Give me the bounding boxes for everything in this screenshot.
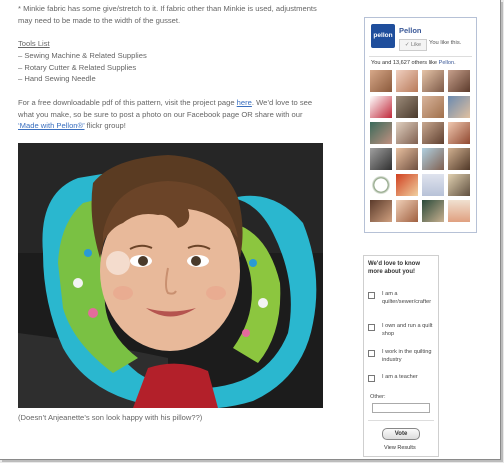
fan-avatar[interactable] <box>396 174 418 196</box>
view-results-link[interactable]: View Results <box>384 445 416 451</box>
fan-avatar[interactable] <box>396 122 418 144</box>
fan-avatar[interactable] <box>370 96 392 118</box>
pellon-logo[interactable]: pellon <box>371 24 395 48</box>
tools-list-item: – Rotary Cutter & Related Supplies <box>18 62 137 72</box>
boy-with-pillow-photo <box>18 143 323 408</box>
fan-avatar[interactable] <box>422 96 444 118</box>
fan-avatar[interactable] <box>448 174 470 196</box>
fan-avatar[interactable] <box>422 200 444 222</box>
likes-count-text: You and 13,627 others like Pellon. <box>371 60 456 66</box>
project-page-link[interactable]: here <box>237 98 252 107</box>
facebook-like-button[interactable]: ✓ Like <box>399 39 427 51</box>
divider <box>368 420 434 421</box>
intro-paragraph: * Minkie fabric has some give/stretch to… <box>18 4 317 25</box>
tools-list: – Sewing Machine & Related Supplies – Ro… <box>18 50 147 85</box>
fan-avatar[interactable] <box>448 96 470 118</box>
fan-avatar[interactable] <box>370 122 392 144</box>
poll-option-label: I am a quilter/sewer/crafter <box>382 291 432 305</box>
fan-avatar[interactable] <box>370 174 392 196</box>
page-frame: * Minkie fabric has some give/stretch to… <box>0 0 501 460</box>
likes-count-suffix: . <box>454 60 456 66</box>
fan-avatar[interactable] <box>422 70 444 92</box>
survey-poll-box: We'd love to know more about you! I am a… <box>363 255 439 457</box>
divider <box>369 56 472 57</box>
you-like-this-text: You like this. <box>429 40 462 46</box>
poll-checkbox[interactable] <box>368 375 375 382</box>
poll-other-label: Other: <box>370 394 386 400</box>
fan-avatar[interactable] <box>396 70 418 92</box>
poll-option-label: I own and run a quilt shop <box>382 323 433 337</box>
pdf-text-3: flickr group! <box>84 121 126 131</box>
fan-avatar-grid <box>370 70 475 222</box>
poll-checkbox[interactable] <box>368 350 375 357</box>
poll-option-label: I work in the quilting industry <box>382 349 432 363</box>
fan-avatar[interactable] <box>448 200 470 222</box>
facebook-page-name-link[interactable]: Pellon <box>399 26 422 35</box>
fan-avatar[interactable] <box>370 70 392 92</box>
poll-question: We'd love to know more about you! <box>368 261 420 275</box>
made-with-pellon-link[interactable]: ‘Made with Pellon®’ <box>18 121 85 130</box>
fan-avatar[interactable] <box>448 70 470 92</box>
facebook-like-box: pellon Pellon ✓ Like You like this. You … <box>364 17 477 233</box>
fan-avatar[interactable] <box>422 148 444 170</box>
fan-avatar[interactable] <box>422 174 444 196</box>
fan-avatar[interactable] <box>448 148 470 170</box>
likes-count-prefix: You and 13,627 others like <box>371 60 439 66</box>
pdf-paragraph: For a free downloadable pdf of this patt… <box>18 97 318 132</box>
poll-checkbox[interactable] <box>368 324 375 331</box>
tools-list-title: Tools List <box>18 39 50 48</box>
fan-avatar[interactable] <box>422 122 444 144</box>
photo-caption: (Doesn’t Anjeanette’s son look happy wit… <box>18 413 203 422</box>
likes-count-page-link[interactable]: Pellon <box>439 60 455 66</box>
like-button-label: Like <box>411 42 422 48</box>
tools-list-item: – Sewing Machine & Related Supplies <box>18 51 147 60</box>
fan-avatar[interactable] <box>448 122 470 144</box>
fan-avatar[interactable] <box>370 200 392 222</box>
poll-checkbox[interactable] <box>368 292 375 299</box>
tools-list-item: – Hand Sewing Needle <box>18 74 96 84</box>
fan-avatar[interactable] <box>396 148 418 170</box>
pdf-text-1: For a free downloadable pdf of this patt… <box>18 98 237 107</box>
poll-option-label: I am a teacher <box>382 374 418 380</box>
fan-avatar[interactable] <box>396 96 418 118</box>
photo-illustration <box>18 143 323 408</box>
fan-avatar[interactable] <box>370 148 392 170</box>
vote-button[interactable]: Vote <box>382 428 420 440</box>
fan-avatar[interactable] <box>396 200 418 222</box>
poll-other-input[interactable] <box>372 403 430 413</box>
